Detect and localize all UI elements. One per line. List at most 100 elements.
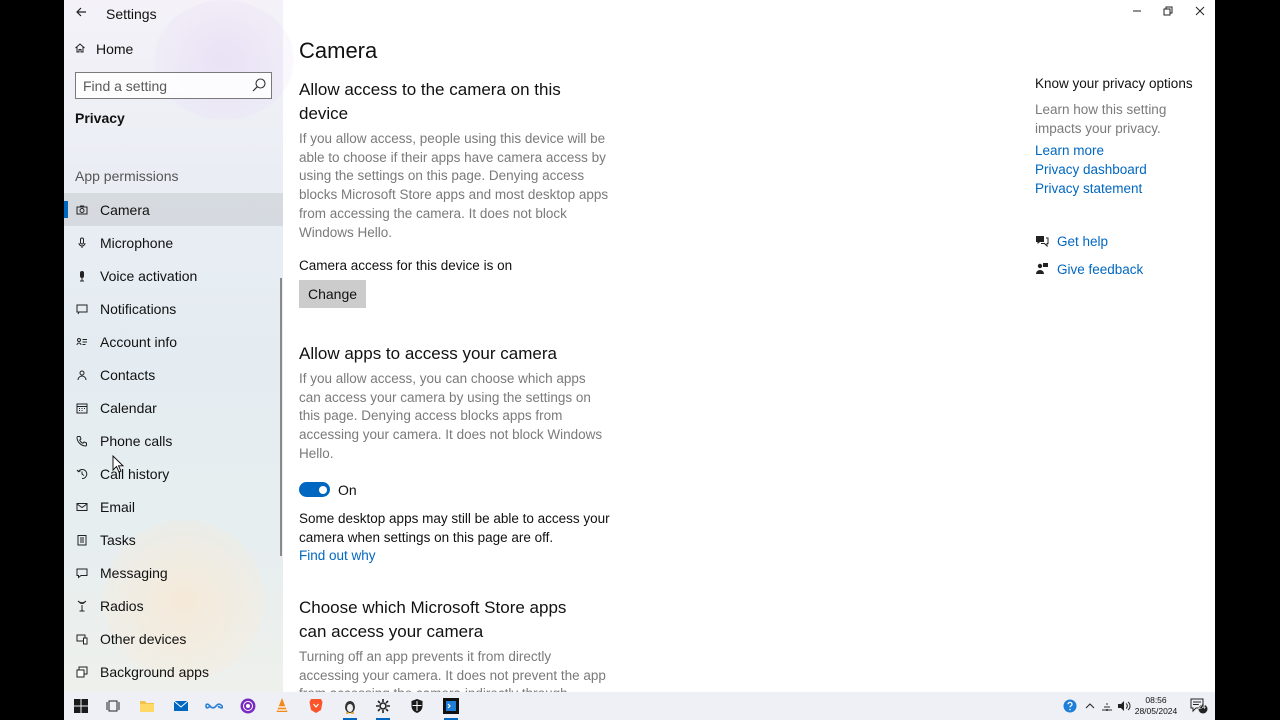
email-icon xyxy=(75,500,89,514)
settings-window: Settings Home Privacy App permissions Ca… xyxy=(64,0,1215,692)
sidebar-item-label: Calendar xyxy=(100,399,157,416)
messaging-icon xyxy=(75,566,89,580)
terminal-icon xyxy=(443,698,459,714)
apps-access-toggle[interactable] xyxy=(299,482,330,497)
clock-time: 08:56 xyxy=(1145,695,1167,705)
privacy-options-description: Learn how this setting impacts your priv… xyxy=(1035,102,1167,136)
contacts-icon xyxy=(75,368,89,382)
sidebar-item-call-history[interactable]: Call history xyxy=(64,457,283,490)
file-explorer-button[interactable] xyxy=(137,696,157,716)
call-history-icon xyxy=(75,467,89,481)
mail-icon xyxy=(173,700,189,711)
sidebar-item-label: Radios xyxy=(100,597,144,614)
sidebar-item-label: Voice activation xyxy=(100,267,198,284)
sidebar-item-account-info[interactable]: Account info xyxy=(64,325,283,358)
sidebar-item-label: Phone calls xyxy=(100,432,173,449)
show-hidden-icons-button[interactable] xyxy=(1082,698,1098,714)
search-box[interactable] xyxy=(75,72,272,99)
windows-logo-icon xyxy=(74,699,88,713)
sidebar-item-microphone[interactable]: Microphone xyxy=(64,226,283,259)
vlc-button[interactable] xyxy=(272,696,292,716)
sidebar-item-label: Microphone xyxy=(100,234,174,251)
terminal-app-button[interactable] xyxy=(441,696,461,720)
background-apps-icon xyxy=(75,665,89,679)
mouse-cursor-icon xyxy=(112,455,124,473)
camera-icon xyxy=(75,203,89,217)
home-icon xyxy=(72,42,88,57)
sidebar-scrollbar[interactable] xyxy=(280,278,282,556)
toggle-state-label: On xyxy=(338,482,357,498)
security-app-button[interactable] xyxy=(407,696,427,716)
sidebar-item-notifications[interactable]: Notifications xyxy=(64,292,283,325)
calendar-icon xyxy=(75,401,89,415)
mail-app-button[interactable] xyxy=(171,696,191,716)
settings-app-button[interactable] xyxy=(373,696,393,720)
linux-app-button[interactable] xyxy=(340,696,360,720)
sidebar-background-glow xyxy=(154,0,294,120)
give-feedback-link[interactable]: Give feedback xyxy=(1035,259,1143,279)
help-tray-button[interactable] xyxy=(1062,698,1078,714)
taskbar-clock[interactable]: 08:56 28/05/2024 xyxy=(1130,695,1182,717)
voice-activation-icon xyxy=(75,269,89,283)
sidebar-item-messaging[interactable]: Messaging xyxy=(64,556,283,589)
apps-access-description: If you allow access, you can choose whic… xyxy=(299,371,603,461)
sidebar-item-contacts[interactable]: Contacts xyxy=(64,358,283,391)
task-view-icon xyxy=(106,700,120,712)
microphone-icon xyxy=(75,236,89,250)
brave-browser-button[interactable] xyxy=(306,696,326,716)
sidebar-item-label: Notifications xyxy=(100,300,177,317)
action-center-button[interactable]: 24 xyxy=(1188,698,1210,714)
search-input[interactable] xyxy=(76,77,246,94)
privacy-dashboard-link[interactable]: Privacy dashboard xyxy=(1035,162,1147,177)
home-nav-item[interactable]: Home xyxy=(72,38,272,60)
infinity-app-button[interactable] xyxy=(204,696,224,716)
minimize-icon xyxy=(1133,10,1141,12)
network-tray-button[interactable] xyxy=(1099,698,1115,714)
help-chat-icon xyxy=(1036,236,1049,248)
folder-icon xyxy=(140,701,154,712)
other-devices-icon xyxy=(75,632,89,646)
get-help-link[interactable]: Get help xyxy=(1035,231,1108,251)
sidebar-item-calendar[interactable]: Calendar xyxy=(64,391,283,424)
feedback-icon xyxy=(1036,263,1048,274)
help-question-icon xyxy=(1063,699,1077,713)
sidebar-item-background-apps[interactable]: Background apps xyxy=(64,655,283,688)
notification-count-badge: 24 xyxy=(1198,704,1206,711)
privacy-statement-link[interactable]: Privacy statement xyxy=(1035,181,1142,196)
tor-browser-button[interactable] xyxy=(238,696,258,716)
sidebar-item-email[interactable]: Email xyxy=(64,490,283,523)
store-apps-heading: Choose which Microsoft Store apps can ac… xyxy=(299,598,567,641)
sidebar-nav: Camera Microphone Voice activation Notif… xyxy=(64,193,283,688)
find-out-why-link[interactable]: Find out why xyxy=(299,547,619,566)
home-label: Home xyxy=(96,41,134,57)
back-button[interactable] xyxy=(72,2,90,24)
sidebar-item-radios[interactable]: Radios xyxy=(64,589,283,622)
sidebar-item-phone-calls[interactable]: Phone calls xyxy=(64,424,283,457)
taskbar: 08:56 28/05/2024 24 xyxy=(64,692,1215,720)
close-button[interactable] xyxy=(1184,0,1215,22)
sidebar-item-label: Camera xyxy=(100,201,150,218)
learn-more-link[interactable]: Learn more xyxy=(1035,143,1104,158)
sidebar-item-voice-activation[interactable]: Voice activation xyxy=(64,259,283,292)
sidebar-item-camera[interactable]: Camera xyxy=(64,193,283,226)
window-title: Settings xyxy=(106,6,157,22)
start-button[interactable] xyxy=(71,696,91,716)
desktop: Settings Home Privacy App permissions Ca… xyxy=(0,0,1280,720)
change-button[interactable]: Change xyxy=(299,280,366,308)
shield-icon xyxy=(411,699,423,713)
sidebar-item-tasks[interactable]: Tasks xyxy=(64,523,283,556)
desktop-apps-note: Some desktop apps may still be able to a… xyxy=(299,511,610,545)
sidebar-item-label: Messaging xyxy=(100,564,168,581)
device-access-description: If you allow access, people using this d… xyxy=(299,131,609,240)
tasks-icon xyxy=(75,533,89,547)
sidebar: Settings Home Privacy App permissions Ca… xyxy=(64,0,294,692)
clock-date: 28/05/2024 xyxy=(1134,706,1178,716)
minimize-button[interactable] xyxy=(1121,0,1153,22)
sidebar-item-label: Background apps xyxy=(100,663,209,680)
vlc-cone-icon xyxy=(276,698,288,712)
restore-button[interactable] xyxy=(1152,0,1184,22)
apps-access-heading: Allow apps to access your camera xyxy=(299,344,557,363)
search-icon[interactable] xyxy=(251,77,267,93)
sidebar-item-other-devices[interactable]: Other devices xyxy=(64,622,283,655)
task-view-button[interactable] xyxy=(103,696,123,716)
